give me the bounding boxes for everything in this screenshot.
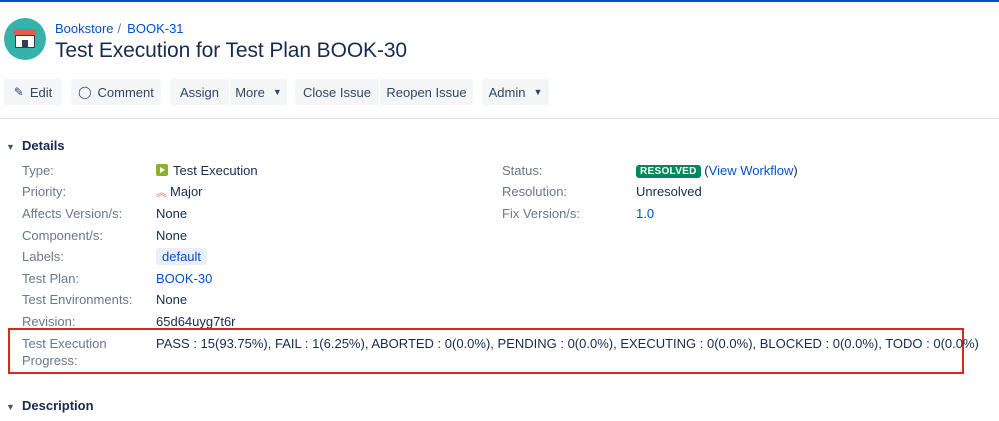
- progress-highlight-box: [8, 328, 964, 374]
- view-workflow-close-paren: ): [793, 163, 798, 178]
- admin-button-label: Admin: [488, 84, 526, 100]
- test-plan-label: Test Plan:: [22, 271, 80, 286]
- labels-value: default: [156, 248, 208, 265]
- affects-version-label: Affects Version/s:: [22, 206, 123, 221]
- status-value: RESOLVED (View Workflow): [636, 163, 798, 178]
- comment-button-label: Comment: [97, 84, 154, 100]
- revision-label: Revision:: [22, 314, 76, 329]
- test-plan-value: BOOK-30: [156, 271, 212, 286]
- assign-button-label: Assign: [179, 84, 220, 100]
- test-environments-value: None: [156, 292, 188, 307]
- type-value: Test Execution: [156, 163, 258, 178]
- reopen-issue-button[interactable]: Reopen Issue: [380, 79, 473, 105]
- type-label: Type:: [22, 163, 54, 178]
- pencil-icon: ✎: [13, 85, 24, 99]
- header-divider: [0, 118, 999, 119]
- test-execution-progress-label-line2: Progress:: [22, 353, 78, 368]
- edit-button[interactable]: ✎ Edit: [4, 79, 62, 105]
- component-value: None: [156, 228, 188, 243]
- page-title: Test Execution for Test Plan BOOK-30: [55, 39, 408, 62]
- fix-version-label: Fix Version/s:: [502, 206, 581, 221]
- label-chip-default[interactable]: default: [156, 248, 208, 265]
- breadcrumb: Bookstore / BOOK-31: [55, 21, 184, 36]
- assign-button[interactable]: Assign: [170, 79, 229, 105]
- breadcrumb-issue-link[interactable]: BOOK-31: [127, 21, 183, 36]
- project-avatar-icon[interactable]: [4, 18, 46, 60]
- close-issue-button-label: Close Issue: [303, 84, 371, 100]
- status-badge: RESOLVED: [636, 165, 701, 178]
- priority-value: ︽ Major: [156, 184, 203, 200]
- more-button-label: More: [235, 84, 265, 100]
- resolution-value: Unresolved: [636, 184, 702, 199]
- test-execution-progress-value: PASS : 15(93.75%), FAIL : 1(6.25%), ABOR…: [156, 336, 979, 351]
- type-value-text: Test Execution: [173, 163, 258, 178]
- fix-version-value: 1.0: [636, 206, 654, 221]
- priority-label: Priority:: [22, 184, 67, 199]
- description-section-toggle[interactable]: ▼ Description: [6, 398, 94, 413]
- component-label: Component/s:: [22, 228, 103, 243]
- top-accent-bar: [0, 0, 999, 2]
- priority-major-icon: ︽: [156, 187, 167, 199]
- close-issue-button[interactable]: Close Issue: [295, 79, 379, 105]
- details-heading: Details: [22, 138, 65, 153]
- test-execution-progress-label-line1: Test Execution: [22, 336, 107, 351]
- breadcrumb-project-link[interactable]: Bookstore: [55, 21, 114, 36]
- test-execution-icon: [156, 164, 168, 176]
- admin-button[interactable]: Admin ▼: [482, 79, 549, 105]
- description-heading: Description: [22, 398, 94, 413]
- status-label: Status:: [502, 163, 543, 178]
- priority-value-text: Major: [170, 184, 203, 199]
- details-section-toggle[interactable]: ▼ Details: [6, 138, 65, 153]
- fix-version-link[interactable]: 1.0: [636, 206, 654, 221]
- labels-label: Labels:: [22, 249, 64, 264]
- resolution-label: Resolution:: [502, 184, 568, 199]
- comment-button[interactable]: ◯ Comment: [71, 79, 161, 105]
- reopen-issue-button-label: Reopen Issue: [386, 84, 467, 100]
- revision-value: 65d64uyg7t6r: [156, 314, 236, 329]
- chevron-down-icon: ▼: [6, 402, 15, 412]
- edit-button-label: Edit: [29, 84, 53, 100]
- comment-icon: ◯: [78, 85, 92, 99]
- view-workflow-link[interactable]: View Workflow: [709, 163, 794, 178]
- chevron-down-icon: ▼: [272, 87, 282, 97]
- breadcrumb-separator: /: [117, 21, 122, 36]
- test-plan-link[interactable]: BOOK-30: [156, 271, 212, 286]
- affects-version-value: None: [156, 206, 188, 221]
- chevron-down-icon: ▼: [6, 142, 15, 152]
- more-button[interactable]: More ▼: [229, 79, 287, 105]
- test-environments-label: Test Environments:: [22, 292, 133, 307]
- chevron-down-icon: ▼: [533, 87, 543, 97]
